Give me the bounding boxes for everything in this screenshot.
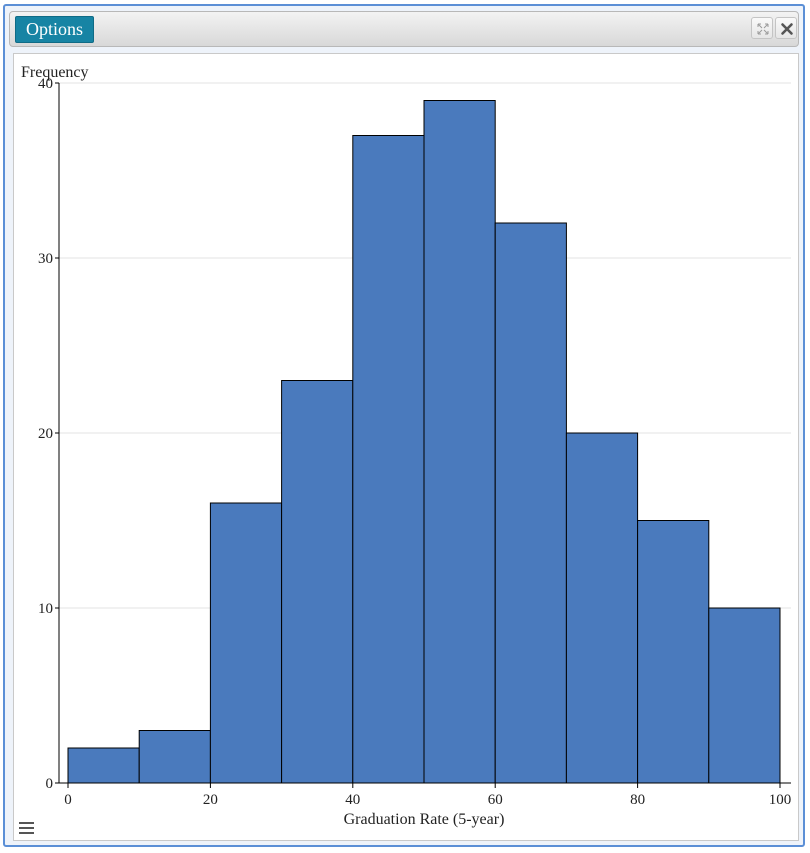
histogram-chart: 0102030400 20 40 60 80 100FrequencyGraduation… bbox=[21, 64, 792, 828]
histogram-bar bbox=[281, 380, 354, 784]
x-axis-label: Graduation Rate (5-year) bbox=[344, 811, 505, 828]
histogram-bar bbox=[67, 747, 140, 784]
expand-icon bbox=[757, 23, 769, 35]
expand-button[interactable] bbox=[751, 17, 773, 39]
options-button[interactable]: Options bbox=[15, 16, 95, 43]
y-tick-label: 30 bbox=[38, 251, 53, 267]
window-titlebar: Options bbox=[9, 11, 799, 47]
histogram-bar bbox=[209, 502, 283, 784]
histogram-bar bbox=[494, 222, 567, 784]
hamburger-menu-icon[interactable] bbox=[18, 820, 36, 836]
histogram-bar bbox=[423, 100, 496, 784]
y-tick-label: 10 bbox=[38, 601, 53, 617]
close-button[interactable] bbox=[775, 17, 797, 39]
x-tick-label: 80 bbox=[630, 792, 645, 808]
x-tick-label: 100 bbox=[769, 792, 792, 808]
x-tick-label: 60 bbox=[488, 792, 503, 808]
x-tick-label: 0 bbox=[64, 792, 72, 808]
plot-area: 0 10 20 30 40 0 20 40 60 80 100 Frequency Graduation… bbox=[13, 53, 799, 841]
close-icon bbox=[781, 23, 793, 35]
histogram-bar bbox=[565, 432, 639, 784]
x-tick-label: 20 bbox=[203, 792, 218, 808]
histogram-bar bbox=[138, 730, 211, 784]
y-tick-label: 0 bbox=[46, 776, 54, 792]
y-tick-label: 20 bbox=[38, 426, 53, 442]
x-tick-label: 40 bbox=[345, 792, 360, 808]
y-axis-label: Frequency bbox=[21, 64, 89, 81]
histogram-bar bbox=[352, 135, 425, 784]
graph-window: Options 0 10 20 30 40 0 20 40 60 80 100 Frequency Gr… bbox=[3, 4, 805, 847]
histogram-bar bbox=[708, 607, 781, 784]
histogram-bar bbox=[637, 520, 710, 784]
